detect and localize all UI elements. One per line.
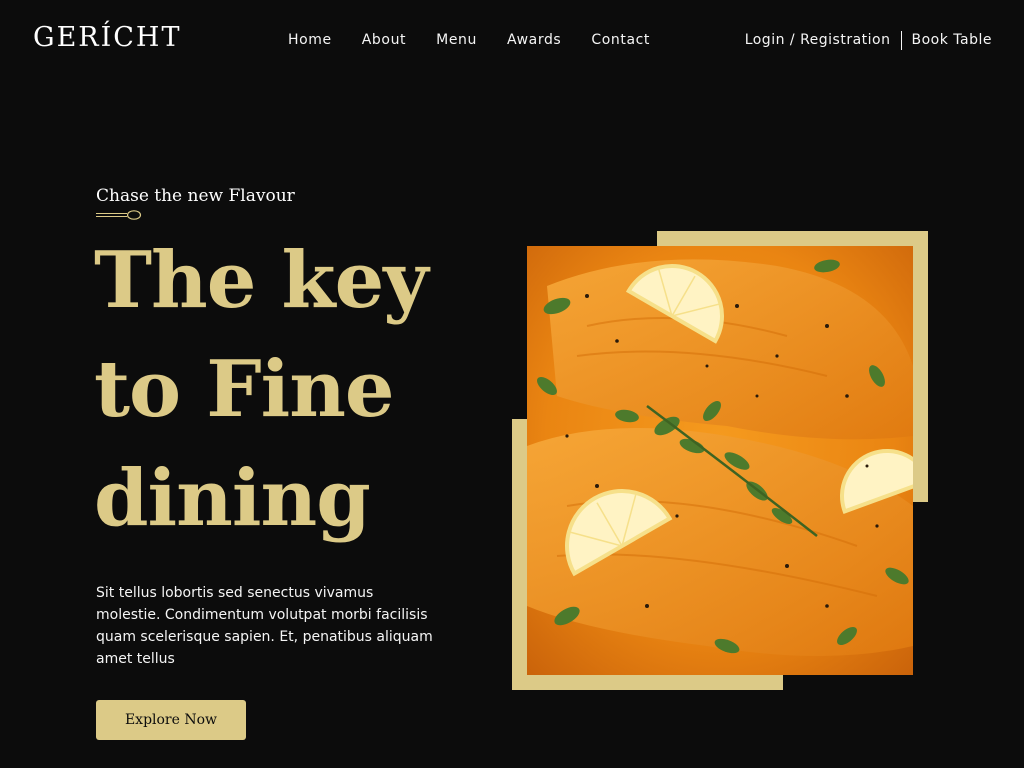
nav-link-contact[interactable]: Contact bbox=[591, 30, 650, 50]
nav-links: Home About Menu Awards Contact bbox=[288, 30, 680, 50]
nav-divider bbox=[900, 30, 902, 50]
hero-subtitle: Chase the new Flavour bbox=[96, 186, 295, 206]
landing-page: GERÍCHT Home About Menu Awards Contact L… bbox=[0, 0, 1024, 768]
nav-link-home[interactable]: Home bbox=[288, 30, 332, 50]
nav-link-menu[interactable]: Menu bbox=[436, 30, 477, 50]
navbar: GERÍCHT Home About Menu Awards Contact L… bbox=[0, 0, 1024, 80]
login-registration-link[interactable]: Login / Registration bbox=[745, 30, 891, 50]
hero-title-line: The key bbox=[94, 235, 429, 326]
nav-actions: Login / Registration Book Table bbox=[745, 30, 992, 50]
spoon-icon bbox=[96, 210, 142, 220]
brand-logo[interactable]: GERÍCHT bbox=[33, 20, 182, 56]
hero-title-line: to Fine bbox=[94, 344, 395, 435]
book-table-link[interactable]: Book Table bbox=[912, 30, 993, 50]
nav-link-about[interactable]: About bbox=[362, 30, 406, 50]
hero-title: The key to Fine dining bbox=[94, 226, 474, 553]
nav-link-awards[interactable]: Awards bbox=[507, 30, 561, 50]
hero-title-line: dining bbox=[94, 453, 371, 544]
explore-now-button[interactable]: Explore Now bbox=[96, 700, 246, 740]
hero-description: Sit tellus lobortis sed senectus vivamus… bbox=[96, 585, 433, 667]
hero-food-image bbox=[527, 246, 913, 675]
